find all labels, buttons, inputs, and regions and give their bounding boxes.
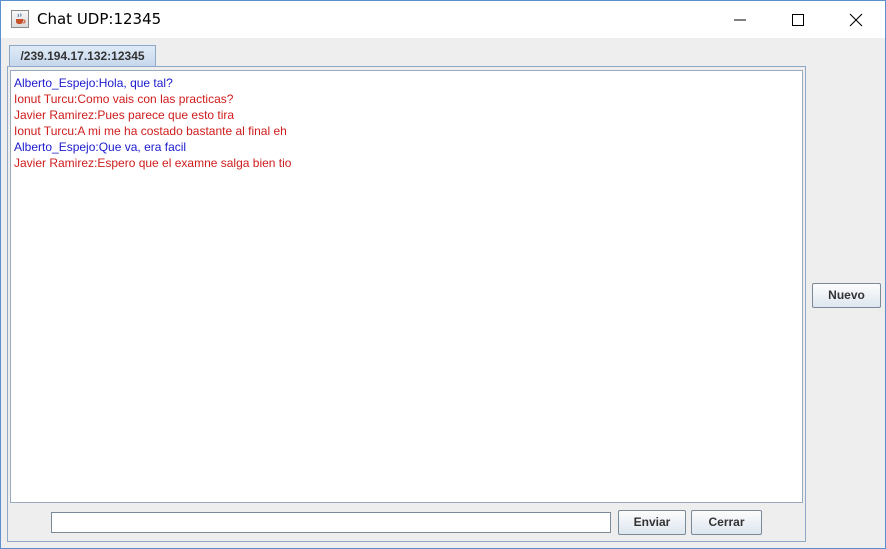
tab-group-chat[interactable]: /239.194.17.132:12345 (9, 45, 156, 67)
java-cup-icon (11, 10, 29, 28)
chat-message: Javier Ramirez:Espero que el examne salg… (14, 156, 292, 170)
chat-log[interactable]: Alberto_Espejo:Hola, que tal? Ionut Turc… (10, 70, 803, 503)
chat-message: Alberto_Espejo:Hola, que tal? (14, 76, 173, 90)
title-bar[interactable]: Chat UDP:12345 (1, 1, 885, 38)
new-chat-button[interactable]: Nuevo (812, 283, 881, 308)
maximize-button[interactable] (769, 1, 827, 38)
message-input[interactable] (51, 512, 611, 533)
chat-window: Chat UDP:12345 /239.194.17.132:12345 Alb… (0, 0, 886, 549)
chat-message: Alberto_Espejo:Que va, era facil (14, 140, 187, 154)
send-button[interactable]: Enviar (618, 510, 686, 535)
minimize-icon (734, 19, 746, 21)
chat-message: Ionut Turcu:Como vais con las practicas? (14, 92, 234, 106)
window-title: Chat UDP:12345 (37, 10, 162, 28)
close-chat-button[interactable]: Cerrar (691, 510, 762, 535)
maximize-icon (792, 14, 804, 26)
close-icon (849, 13, 863, 27)
chat-message: Javier Ramirez:Pues parece que esto tira (14, 108, 235, 122)
close-button[interactable] (827, 1, 885, 38)
minimize-button[interactable] (711, 1, 769, 38)
chat-message: Ionut Turcu:A mi me ha costado bastante … (14, 124, 287, 138)
tab-label: /239.194.17.132:12345 (20, 49, 145, 63)
